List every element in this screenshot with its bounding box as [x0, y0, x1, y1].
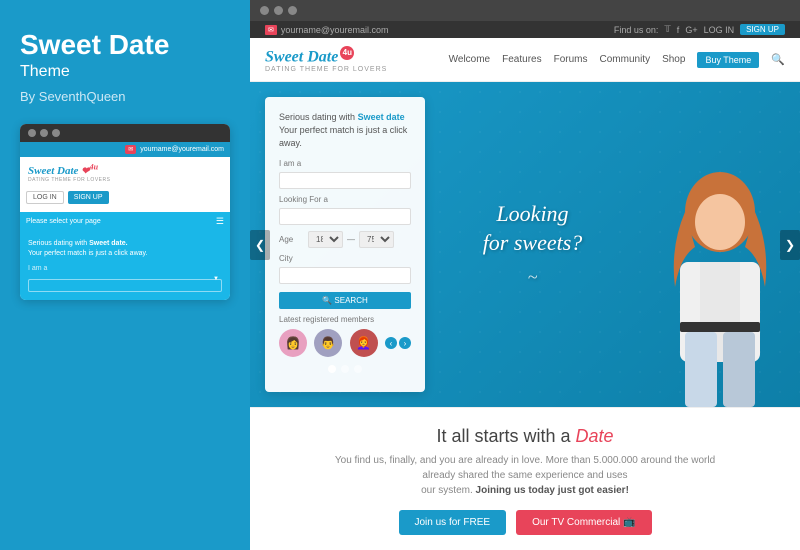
slider-dot-2[interactable] [341, 365, 349, 373]
slider-dot-1[interactable] [328, 365, 336, 373]
top-bar-left: ✉ yourname@youremail.com [265, 25, 389, 35]
members-label: Latest registered members [279, 315, 411, 324]
chrome-dot-3 [288, 6, 297, 15]
website-area: ✉ yourname@youremail.com Find us on: 𝕋 f… [250, 21, 800, 550]
nav-welcome[interactable]: Welcome [449, 54, 491, 65]
city-select[interactable] [279, 267, 411, 284]
mini-select-label: Please select your page [26, 218, 101, 225]
hero-content: Lookingfor sweets? ~ [425, 82, 640, 407]
member-avatar-3[interactable]: 👩‍🦰 [350, 329, 378, 357]
search-box: Serious dating with Sweet date Your perf… [265, 97, 425, 392]
bottom-buttons: Join us for FREE Our TV Commercial 📺 [270, 510, 780, 535]
nav-logo: Sweet Date4u DATING THEME FOR LOVERS [265, 46, 387, 73]
bottom-section-inner: It all starts with a Date You find us, f… [270, 426, 780, 535]
hero-woman-image [640, 82, 800, 407]
hero-slider-dots [279, 365, 411, 373]
right-panel: ✉ yourname@youremail.com Find us on: 𝕋 f… [250, 0, 800, 550]
brand-subtitle: Theme [20, 63, 230, 81]
mini-buttons-area: LOG IN SIGN UP [20, 191, 230, 208]
nav-links: Welcome Features Forums Community Shop B… [449, 52, 785, 68]
bottom-desc: You find us, finally, and you are alread… [325, 453, 725, 498]
iam-select[interactable] [279, 172, 411, 189]
nav-bar: Sweet Date4u DATING THEME FOR LOVERS Wel… [250, 38, 800, 82]
facebook-icon: f [677, 25, 680, 35]
mini-iam-wrapper: I am a ▼ [28, 265, 222, 292]
nav-forums[interactable]: Forums [554, 54, 588, 65]
iam-field-group: I am a [279, 159, 411, 189]
age-to-select[interactable]: 75 [359, 231, 394, 248]
nav-heart-badge: 4u [340, 46, 354, 60]
chrome-dot-1 [260, 6, 269, 15]
chrome-dot-2 [274, 6, 283, 15]
mini-dot-2 [40, 129, 48, 137]
nav-community[interactable]: Community [600, 54, 651, 65]
mini-chevron-icon: ☰ [216, 216, 224, 227]
top-signup-button[interactable]: SIGN UP [740, 24, 785, 35]
heart-icon: ❤ [81, 166, 89, 177]
mini-browser-mockup: ✉ yourname@youremail.com Sweet Date ❤4u … [20, 124, 230, 300]
nav-buy-theme-button[interactable]: Buy Theme [697, 52, 759, 68]
mini-logo-tagline: DATING THEME FOR LOVERS [28, 177, 110, 183]
left-panel: Sweet Date Theme By SeventhQueen ✉ yourn… [0, 0, 250, 550]
members-next-button[interactable]: › [399, 337, 411, 349]
join-free-button[interactable]: Join us for FREE [399, 510, 507, 535]
hero-prev-arrow[interactable]: ❮ [250, 230, 270, 260]
hero-tagline: Lookingfor sweets? ~ [483, 200, 583, 289]
nav-logo-tagline: DATING THEME FOR LOVERS [265, 66, 387, 73]
member-avatar-2[interactable]: 👨 [314, 329, 342, 357]
nav-features[interactable]: Features [502, 54, 541, 65]
looking-for-field-group: Looking For a [279, 195, 411, 225]
browser-chrome [250, 0, 800, 21]
twitter-icon: 𝕋 [664, 24, 670, 35]
age-from-select[interactable]: 18 [308, 231, 343, 248]
hero-next-arrow[interactable]: ❯ [780, 230, 800, 260]
top-bar-right: Find us on: 𝕋 f G+ LOG IN SIGN UP [614, 24, 785, 35]
mini-body: Serious dating with Sweet date. Your per… [20, 231, 230, 300]
members-row: 👩 👨 👩‍🦰 ‹ › [279, 329, 411, 357]
looking-for-select[interactable] [279, 208, 411, 225]
mini-email-text: yourname@youremail.com [140, 146, 224, 153]
mini-top-bar: ✉ yourname@youremail.com [20, 142, 230, 157]
email-icon: ✉ [265, 25, 277, 35]
brand-author: By SeventhQueen [20, 89, 230, 104]
mini-dot-1 [28, 129, 36, 137]
search-box-title: Serious dating with Sweet date Your perf… [279, 111, 411, 149]
mini-body-text: Serious dating with Sweet date. Your per… [28, 239, 222, 259]
age-row: Age 18 — 75 [279, 231, 411, 248]
top-bar-email: yourname@youremail.com [281, 25, 389, 35]
find-us-label: Find us on: [614, 25, 659, 35]
bottom-title: It all starts with a Date [270, 426, 780, 447]
google-icon: G+ [685, 25, 697, 35]
mini-select-bar[interactable]: Please select your page ☰ [20, 212, 230, 231]
search-button[interactable]: 🔍 SEARCH [279, 292, 411, 309]
brand-title: Sweet Date [20, 30, 230, 61]
tv-commercial-button[interactable]: Our TV Commercial 📺 [516, 510, 651, 535]
mini-dot-3 [52, 129, 60, 137]
top-bar: ✉ yourname@youremail.com Find us on: 𝕋 f… [250, 21, 800, 38]
mini-signup-button[interactable]: SIGN UP [68, 191, 109, 204]
mini-logo: Sweet Date ❤4u [28, 163, 110, 178]
mini-iam-select[interactable] [28, 279, 222, 292]
member-avatar-1[interactable]: 👩 [279, 329, 307, 357]
members-nav: ‹ › [385, 337, 411, 349]
mini-browser-bar [20, 124, 230, 142]
bottom-section: It all starts with a Date You find us, f… [250, 407, 800, 550]
nav-shop[interactable]: Shop [662, 54, 685, 65]
nav-search-icon[interactable]: 🔍 [771, 53, 785, 66]
members-prev-button[interactable]: ‹ [385, 337, 397, 349]
city-field-group: City [279, 254, 411, 284]
mini-email-icon: ✉ [125, 145, 136, 154]
mini-login-button[interactable]: LOG IN [26, 191, 64, 204]
hero-section: ❮ Serious dating with Sweet date Your pe… [250, 82, 800, 407]
slider-dot-3[interactable] [354, 365, 362, 373]
mini-logo-area: Sweet Date ❤4u DATING THEME FOR LOVERS [20, 157, 230, 188]
woman-svg [650, 167, 790, 407]
top-login-button[interactable]: LOG IN [704, 25, 735, 35]
